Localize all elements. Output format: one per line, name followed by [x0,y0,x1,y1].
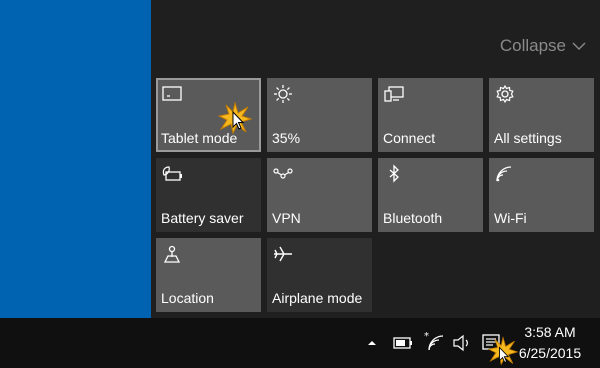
battery-saver-icon [162,166,182,181]
gear-icon [496,84,514,104]
tile-label: Airplane mode [272,290,363,306]
click-marker-icon [488,336,518,366]
desktop-background [0,0,151,318]
tablet-mode-icon [162,86,182,101]
tile-bluetooth[interactable]: Bluetooth [378,158,483,232]
collapse-button[interactable]: Collapse [500,36,586,56]
tile-wifi[interactable]: Wi-Fi [489,158,594,232]
brightness-icon [274,85,292,103]
collapse-label: Collapse [499,36,566,55]
tile-brightness[interactable]: 35% [267,78,372,152]
tile-airplane-mode[interactable]: Airplane mode [267,238,372,312]
chevron-up-icon[interactable] [366,338,378,348]
battery-icon[interactable] [392,334,416,352]
bluetooth-icon [389,164,399,183]
tile-label: VPN [272,210,301,226]
location-icon [163,245,181,263]
airplane-icon [274,246,292,262]
click-marker-icon [218,102,252,134]
clock-date: 6/25/2015 [518,345,582,361]
tile-label: Connect [383,130,436,146]
wifi-tray-icon[interactable]: * [423,330,445,352]
chevron-down-icon [572,42,586,50]
tile-label: Wi-Fi [494,210,527,226]
tile-battery-saver[interactable]: Battery saver [156,158,261,232]
svg-text:*: * [424,331,429,342]
taskbar-clock[interactable]: 3:58 AM 6/25/2015 [510,322,590,364]
vpn-icon [273,168,293,179]
tile-label: Bluetooth [383,210,443,226]
tile-label: All settings [494,130,562,146]
wifi-icon [496,166,512,182]
clock-time: 3:58 AM [524,324,576,340]
tile-vpn[interactable]: VPN [267,158,372,232]
tile-label: Battery saver [161,210,244,226]
tile-label: 35% [272,130,301,146]
tile-all-settings[interactable]: All settings [489,78,594,152]
tile-label: Location [161,290,214,306]
tile-location[interactable]: Location [156,238,261,312]
tile-connect[interactable]: Connect [378,78,483,152]
volume-icon[interactable] [451,333,473,353]
connect-icon [384,86,404,102]
